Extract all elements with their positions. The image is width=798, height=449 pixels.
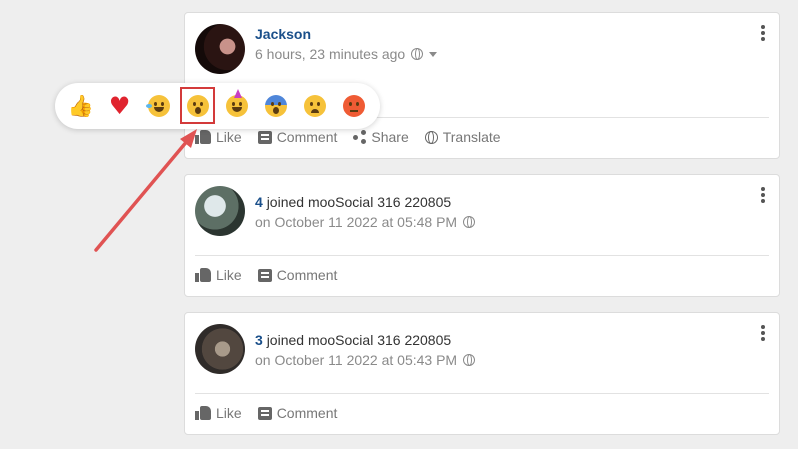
user-link[interactable]: 4 <box>255 194 263 210</box>
avatar[interactable] <box>195 24 245 74</box>
like-button[interactable]: Like <box>195 405 242 421</box>
angry-reaction-icon[interactable] <box>338 90 370 122</box>
post-meta: 6 hours, 23 minutes ago <box>255 46 438 62</box>
more-options-icon[interactable] <box>761 187 765 203</box>
thumbs-up-icon <box>195 406 211 420</box>
more-options-icon[interactable] <box>761 25 765 41</box>
user-link[interactable]: 3 <box>255 332 263 348</box>
post-card: 3 joined mooSocial 316 220805 on October… <box>184 312 780 435</box>
activity-line: 3 joined mooSocial 316 220805 <box>255 332 451 348</box>
comment-button[interactable]: Comment <box>257 129 338 145</box>
divider <box>195 393 769 394</box>
like-button[interactable]: Like <box>195 267 242 283</box>
sad-reaction-icon[interactable] <box>299 90 331 122</box>
comment-label: Comment <box>276 267 338 283</box>
activity-line: 4 joined mooSocial 316 220805 <box>255 194 451 210</box>
cool-reaction-icon[interactable] <box>260 90 292 122</box>
share-label: Share <box>371 129 409 145</box>
post-card: 4 joined mooSocial 316 220805 on October… <box>184 174 780 297</box>
like-label: Like <box>216 129 242 145</box>
post-meta: on October 11 2022 at 05:48 PM <box>255 214 476 230</box>
comment-icon <box>257 406 272 420</box>
love-reaction-icon[interactable]: ♥ <box>104 90 136 122</box>
globe-icon <box>411 48 424 60</box>
post-author[interactable]: Jackson <box>255 26 311 42</box>
like-label: Like <box>216 405 242 421</box>
globe-icon <box>463 354 476 366</box>
comment-label: Comment <box>276 405 338 421</box>
comment-label: Comment <box>276 129 338 145</box>
activity-text: joined mooSocial 316 220805 <box>266 332 452 348</box>
share-button[interactable]: Share <box>353 129 409 145</box>
post-actions: Like Comment Share Translate <box>195 129 501 145</box>
globe-icon <box>424 130 438 144</box>
post-actions: Like Comment <box>195 405 337 421</box>
post-time[interactable]: on October 11 2022 at 05:48 PM <box>255 214 457 230</box>
post-time[interactable]: 6 hours, 23 minutes ago <box>255 46 405 62</box>
globe-icon <box>463 216 476 228</box>
thumbs-up-icon <box>195 130 211 144</box>
thumbs-up-icon <box>195 268 211 282</box>
comment-icon <box>257 268 272 282</box>
highlight-box <box>180 87 215 124</box>
avatar[interactable] <box>195 186 245 236</box>
haha-reaction-icon[interactable] <box>143 90 175 122</box>
activity-text: joined mooSocial 316 220805 <box>266 194 452 210</box>
share-icon <box>353 130 367 144</box>
comment-button[interactable]: Comment <box>257 267 338 283</box>
like-label: Like <box>216 267 242 283</box>
yay-reaction-icon[interactable] <box>221 89 253 122</box>
chevron-down-icon[interactable] <box>429 51 438 57</box>
reaction-picker: 👍 ♥ <box>55 83 380 129</box>
like-reaction-icon[interactable]: 👍 <box>65 90 97 122</box>
more-options-icon[interactable] <box>761 325 765 341</box>
translate-label: Translate <box>442 129 501 145</box>
comment-button[interactable]: Comment <box>257 405 338 421</box>
post-meta: on October 11 2022 at 05:43 PM <box>255 352 476 368</box>
post-time[interactable]: on October 11 2022 at 05:43 PM <box>255 352 457 368</box>
post-actions: Like Comment <box>195 267 337 283</box>
like-button[interactable]: Like <box>195 129 242 145</box>
avatar[interactable] <box>195 324 245 374</box>
divider <box>195 255 769 256</box>
translate-button[interactable]: Translate <box>424 129 501 145</box>
comment-icon <box>257 130 272 144</box>
